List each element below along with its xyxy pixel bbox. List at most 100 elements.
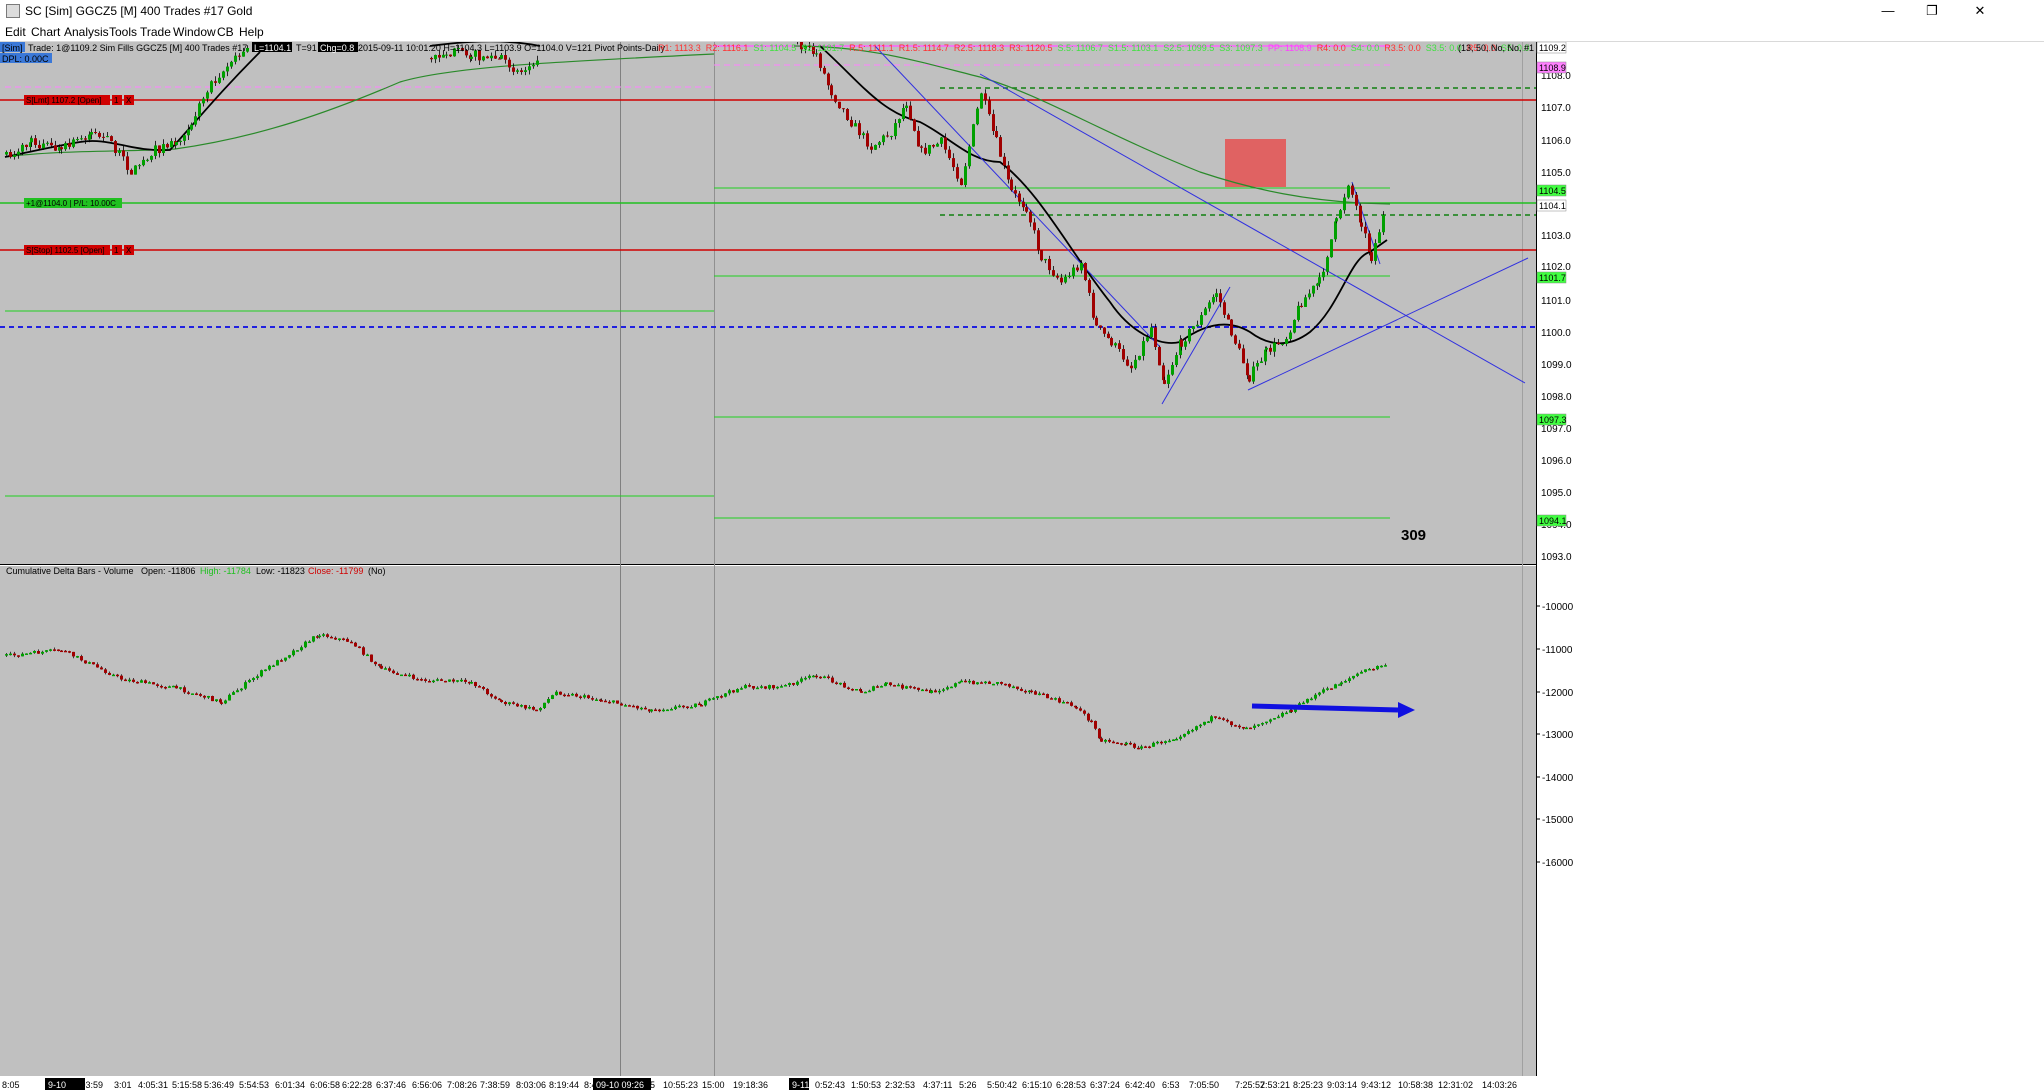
price-candle <box>490 55 493 59</box>
delta-candle <box>776 686 779 689</box>
price-candle <box>1318 277 1321 284</box>
delta-candle <box>532 706 535 710</box>
delta-candle <box>666 709 669 712</box>
delta-candle <box>312 636 315 642</box>
delta-candle <box>45 650 48 652</box>
menu-cb[interactable]: CB <box>217 25 234 39</box>
price-candle <box>909 105 912 120</box>
pivot-label: S1.5: 1103.1 <box>1108 43 1158 53</box>
delta-candle <box>1020 688 1023 691</box>
menu-help[interactable]: Help <box>239 25 264 39</box>
delta-candle <box>1372 668 1375 671</box>
delta-candle <box>203 695 206 698</box>
delta-candle <box>195 693 198 695</box>
delta-candle <box>183 687 186 693</box>
price-candle <box>940 137 943 144</box>
delta-candle <box>595 699 598 701</box>
delta-candle <box>1129 742 1132 745</box>
position-label[interactable]: +1@1104.0 | P/L: 10.00C <box>24 198 122 208</box>
delta-candle <box>913 687 916 689</box>
menu-trade[interactable]: Trade <box>140 25 171 39</box>
price-axis-label: 1105.0 <box>1541 168 1571 179</box>
menu-edit[interactable]: Edit <box>5 25 26 39</box>
delta-candle <box>1330 688 1333 690</box>
maximize-button[interactable]: ❐ <box>1910 0 1954 22</box>
delta-candle <box>494 696 497 699</box>
price-candle <box>1033 222 1036 231</box>
delta-candle <box>100 667 103 670</box>
delta-low: Low: -11823 <box>256 566 305 576</box>
delta-candle <box>839 682 842 685</box>
delta-candle <box>179 687 182 689</box>
time-axis-label: 9-10 <box>48 1080 66 1090</box>
delta-candle <box>1273 718 1276 720</box>
delta-candle <box>1008 683 1011 687</box>
delta-candle <box>1038 693 1041 696</box>
close-button[interactable]: ✕ <box>1958 0 2002 22</box>
delta-axis-label: -12000 <box>1542 688 1574 699</box>
delta-candle <box>930 690 933 694</box>
delta-candle <box>1230 721 1233 726</box>
price-candle <box>1029 211 1032 223</box>
delta-candle <box>528 706 531 709</box>
price-candle <box>1368 233 1371 253</box>
time-axis-label: 19:18:36 <box>733 1080 768 1090</box>
stop-order-text: S[Stop] 1102.5 [Open] <box>26 246 105 255</box>
price-candle <box>1114 343 1117 346</box>
delta-candle <box>1285 712 1288 715</box>
delta-candle <box>412 674 415 679</box>
price-candle <box>46 142 49 144</box>
price-candle <box>1163 380 1166 384</box>
minimize-button[interactable]: — <box>1866 0 1910 22</box>
delta-candle <box>1302 702 1305 705</box>
price-candle <box>1146 337 1149 342</box>
price-candle <box>1215 293 1218 298</box>
price-candle <box>442 54 445 58</box>
price-candle <box>110 136 113 142</box>
delta-candle <box>800 678 803 682</box>
delta-panel-bg[interactable] <box>0 566 1536 1076</box>
pivot-label: R1: 1113.3 <box>658 43 701 53</box>
price-candle <box>158 145 161 154</box>
delta-candle <box>616 700 619 704</box>
delta-candle <box>942 689 945 691</box>
price-candle <box>438 54 441 58</box>
time-axis-label: 6:06:58 <box>310 1080 340 1090</box>
price-candle <box>1092 292 1095 318</box>
delta-candle <box>334 637 337 640</box>
delta-candle <box>724 693 727 697</box>
delta-candle <box>712 698 715 700</box>
price-candle <box>1293 319 1296 333</box>
price-candle <box>1364 226 1367 234</box>
price-candle <box>1277 342 1280 345</box>
delta-candle <box>392 670 395 674</box>
menu-analysis[interactable]: Analysis <box>64 25 109 39</box>
delta-candle <box>831 677 834 683</box>
price-candle <box>210 81 213 93</box>
supply-zone[interactable] <box>1225 139 1286 187</box>
menu-window[interactable]: Window <box>173 25 216 39</box>
chart-area[interactable]: [Sim] Trade: 1@1109.2 Sim Fills GGCZ5 [M… <box>0 42 2044 1091</box>
delta-candle <box>76 656 79 658</box>
delta-candle <box>1334 684 1337 689</box>
price-candle <box>1256 363 1259 367</box>
price-candle <box>1238 343 1241 349</box>
menu-tools[interactable]: Tools <box>109 25 137 39</box>
delta-candle <box>326 634 329 637</box>
delta-candle <box>885 682 888 684</box>
price-candle <box>886 135 889 137</box>
delta-candle <box>752 686 755 689</box>
delta-candle <box>318 635 321 638</box>
time-axis[interactable]: 8:05 9-10 1:03:59 3:01 4:05:31 5:15:58 5:36:49… <box>2 1078 1517 1090</box>
price-candle <box>226 66 229 72</box>
delta-candle <box>140 680 143 683</box>
price-candle <box>13 154 16 157</box>
price-candle <box>1196 324 1199 327</box>
delta-candle <box>1277 716 1280 719</box>
menu-chart[interactable]: Chart <box>31 25 60 39</box>
target-order-label[interactable]: S[Lmt] 1107.2 [Open] 1 X <box>24 95 134 105</box>
delta-candle <box>104 669 107 673</box>
price-candle <box>1007 165 1010 180</box>
stop-order-label[interactable]: S[Stop] 1102.5 [Open] 1 X <box>24 245 134 255</box>
delta-candle <box>1104 739 1107 742</box>
